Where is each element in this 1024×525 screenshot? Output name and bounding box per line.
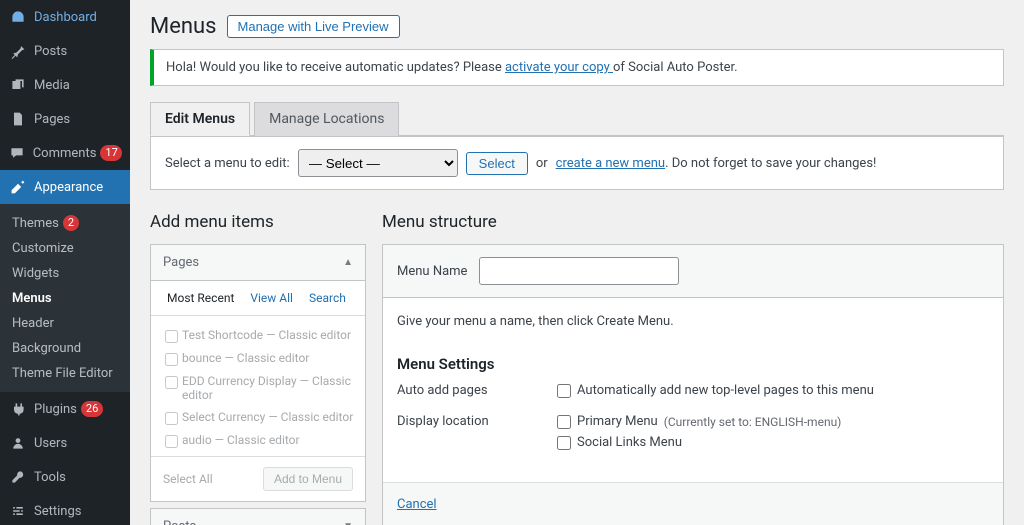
create-new-menu-link[interactable]: create a new menu [556,156,665,171]
subtab-view-all[interactable]: View All [242,281,301,315]
sidebar-item-comments[interactable]: Comments17 [0,136,130,170]
page-checkbox[interactable] [165,412,178,425]
sidebar-label: Tools [34,470,66,485]
page-checkbox[interactable] [165,435,178,448]
sidebar-item-media[interactable]: Media [0,68,130,102]
social-links-checkbox[interactable] [557,436,571,450]
menu-name-input[interactable] [479,257,679,285]
posts-accordion-toggle[interactable]: Posts▼ [150,508,366,525]
pin-icon [8,41,28,61]
sidebar-item-appearance[interactable]: Appearance [0,170,130,204]
comment-icon [8,143,27,163]
select-menu-label: Select a menu to edit: [165,156,290,171]
user-icon [8,433,28,453]
sidebar-label: Pages [34,112,70,127]
add-to-menu-button[interactable]: Add to Menu [263,467,353,491]
list-item[interactable]: Test Shortcode — Classic editor [165,324,359,347]
pages-list[interactable]: Test Shortcode — Classic editor bounce —… [151,316,365,456]
sidebar-label: Users [34,436,67,451]
sidebar-label: Comments [33,146,97,161]
media-icon [8,75,28,95]
sidebar-item-posts[interactable]: Posts [0,34,130,68]
nav-tabs: Edit Menus Manage Locations [150,102,1004,136]
subtab-most-recent[interactable]: Most Recent [159,281,242,315]
submenu-widgets[interactable]: Widgets [0,261,130,286]
sidebar-item-pages[interactable]: Pages [0,102,130,136]
sidebar-label: Settings [34,504,81,519]
sidebar-label: Plugins [34,402,77,417]
tab-edit-menus[interactable]: Edit Menus [150,102,250,136]
submenu-themes[interactable]: Themes2 [0,210,130,236]
auto-add-checkbox[interactable] [557,384,571,398]
live-preview-button[interactable]: Manage with Live Preview [227,15,400,38]
menu-name-label: Menu Name [397,264,467,279]
page-checkbox[interactable] [165,353,178,366]
page-checkbox[interactable] [165,330,178,343]
pages-accordion-toggle[interactable]: Pages▲ [151,245,365,281]
submenu-customize[interactable]: Customize [0,236,130,261]
page-title: Menus [150,14,217,39]
primary-menu-checkbox[interactable] [557,415,571,429]
list-item[interactable]: bounce — Classic editor [165,347,359,370]
submenu-menus[interactable]: Menus [0,286,130,311]
add-menu-items-heading: Add menu items [150,212,366,232]
list-item[interactable]: audio — Classic editor [165,429,359,452]
subtab-search[interactable]: Search [301,281,354,315]
sidebar-label: Appearance [34,180,103,195]
sidebar-item-plugins[interactable]: Plugins 26 [0,392,130,426]
menu-settings-heading: Menu Settings [397,355,989,373]
appearance-submenu: Themes2 Customize Widgets Menus Header B… [0,204,130,392]
list-item[interactable]: Select Currency — Classic editor [165,406,359,429]
sidebar-item-dashboard[interactable]: Dashboard [0,0,130,34]
chevron-down-icon: ▼ [343,521,353,525]
select-all-link[interactable]: Select All [163,472,213,486]
pages-accordion: Pages▲ Most Recent View All Search Test … [150,244,366,502]
sidebar-item-users[interactable]: Users [0,426,130,460]
menu-frame: Menu Name Give your menu a name, then cl… [382,244,1004,525]
admin-sidebar: Dashboard Posts Media Pages Comments17 A… [0,0,130,525]
dashboard-icon [8,7,28,27]
themes-badge: 2 [63,215,79,231]
display-location-label: Display location [397,414,557,456]
tool-icon [8,467,28,487]
tab-manage-locations[interactable]: Manage Locations [254,102,399,136]
sidebar-label: Media [34,78,70,93]
page-icon [8,109,28,129]
sidebar-item-tools[interactable]: Tools [0,460,130,494]
menu-select-bar: Select a menu to edit: — Select — Select… [150,136,1004,190]
plugins-badge: 26 [81,401,103,417]
page-checkbox[interactable] [165,376,178,389]
menu-hint: Give your menu a name, then click Create… [397,314,989,329]
settings-icon [8,501,28,521]
comments-badge: 17 [100,145,122,161]
chevron-up-icon: ▲ [343,257,353,268]
main-content: Menus Manage with Live Preview Hola! Wou… [130,0,1024,525]
menu-structure-heading: Menu structure [382,212,1004,232]
auto-add-label: Auto add pages [397,383,557,404]
sidebar-label: Posts [34,44,67,59]
submenu-header[interactable]: Header [0,311,130,336]
plugin-icon [8,399,28,419]
submenu-background[interactable]: Background [0,336,130,361]
list-item[interactable]: EDD Currency Display — Classic editor [165,370,359,406]
update-notice: Hola! Would you like to receive automati… [150,49,1004,86]
activate-copy-link[interactable]: activate your copy [505,60,613,75]
menu-select[interactable]: — Select — [298,149,458,177]
appearance-icon [8,177,28,197]
sidebar-item-settings[interactable]: Settings [0,494,130,525]
cancel-link[interactable]: Cancel [397,497,437,512]
sidebar-label: Dashboard [34,10,97,25]
select-button[interactable]: Select [466,152,528,175]
submenu-theme-file-editor[interactable]: Theme File Editor [0,361,130,386]
